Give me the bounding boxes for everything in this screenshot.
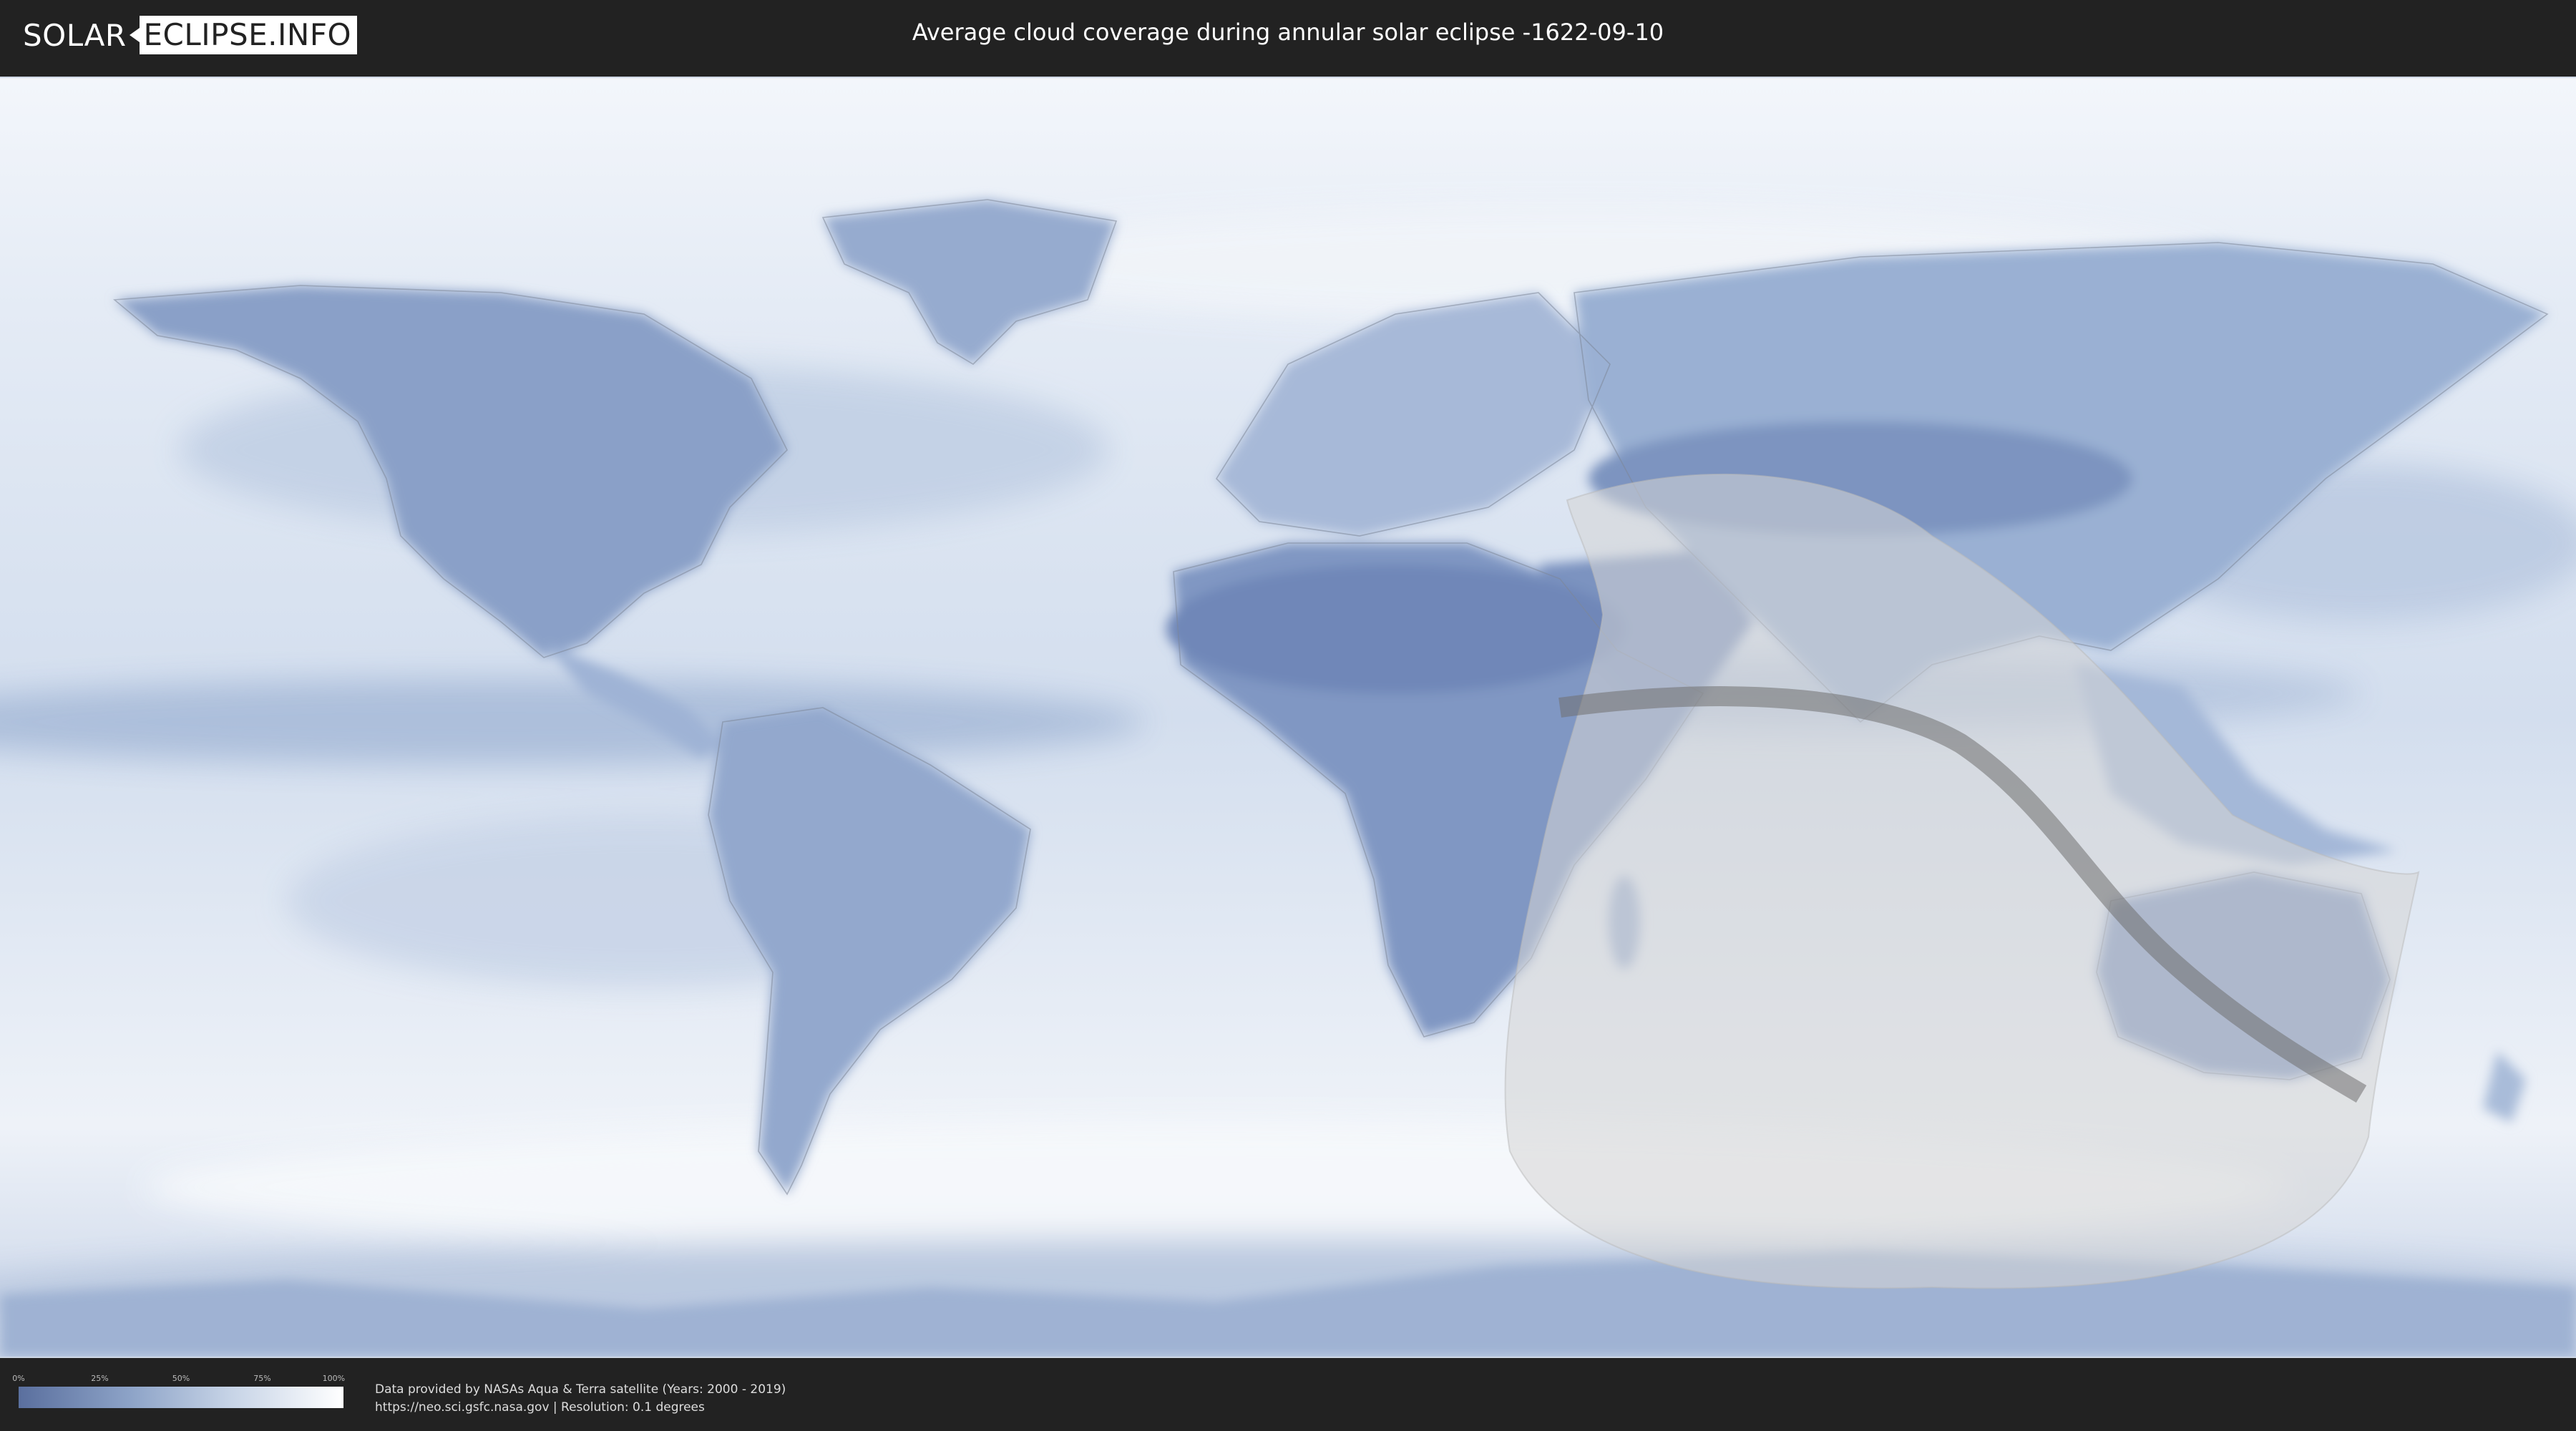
legend-ticks: 0% 25% 50% 75% 100%	[12, 1374, 346, 1384]
legend-tick-50: 50%	[172, 1374, 190, 1383]
credit-line-url[interactable]: https://neo.sci.gsfc.nasa.gov | Resoluti…	[375, 1399, 786, 1417]
legend-color-bar	[19, 1387, 343, 1408]
legend-tick-0: 0%	[12, 1374, 25, 1383]
data-credits: Data provided by NASAs Aqua & Terra sate…	[375, 1381, 786, 1417]
cloud-coverage-map[interactable]	[0, 77, 2576, 1358]
legend-tick-25: 25%	[91, 1374, 109, 1383]
dry-belt-sahara	[1166, 565, 1624, 693]
legend-tick-100: 100%	[322, 1374, 346, 1383]
map-svg	[0, 78, 2576, 1357]
page-root: SOLAR ECLIPSE.INFO Average cloud coverag…	[0, 0, 2576, 1431]
legend-tick-75: 75%	[253, 1374, 271, 1383]
header-bar: SOLAR ECLIPSE.INFO Average cloud coverag…	[0, 0, 2576, 72]
footer-bar: 0% 25% 50% 75% 100% Data provided by NAS…	[0, 1358, 2576, 1431]
cloud-coverage-legend: 0% 25% 50% 75% 100%	[12, 1374, 346, 1408]
credit-line-source: Data provided by NASAs Aqua & Terra sate…	[375, 1382, 786, 1397]
page-title: Average cloud coverage during annular so…	[912, 19, 1664, 46]
